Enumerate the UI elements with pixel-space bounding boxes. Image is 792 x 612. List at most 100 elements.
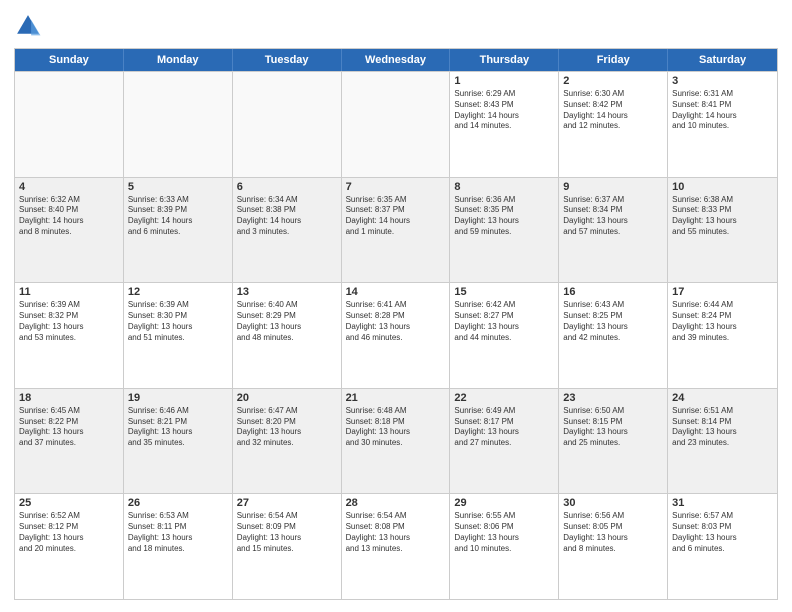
day-cell-21: 21 Sunrise: 6:48 AM Sunset: 8:18 PM Dayli…: [342, 389, 451, 494]
day-number: 23: [563, 392, 663, 404]
day-info: Sunrise: 6:54 AM Sunset: 8:08 PM Dayligh…: [346, 511, 446, 554]
day-info: Sunrise: 6:48 AM Sunset: 8:18 PM Dayligh…: [346, 406, 446, 449]
day-cell-24: 24 Sunrise: 6:51 AM Sunset: 8:14 PM Dayli…: [668, 389, 777, 494]
day-info: Sunrise: 6:33 AM Sunset: 8:39 PM Dayligh…: [128, 195, 228, 238]
day-info: Sunrise: 6:32 AM Sunset: 8:40 PM Dayligh…: [19, 195, 119, 238]
day-info: Sunrise: 6:51 AM Sunset: 8:14 PM Dayligh…: [672, 406, 773, 449]
day-info: Sunrise: 6:55 AM Sunset: 8:06 PM Dayligh…: [454, 511, 554, 554]
day-info: Sunrise: 6:41 AM Sunset: 8:28 PM Dayligh…: [346, 300, 446, 343]
day-number: 17: [672, 286, 773, 298]
day-cell-11: 11 Sunrise: 6:39 AM Sunset: 8:32 PM Dayli…: [15, 283, 124, 388]
day-number: 11: [19, 286, 119, 298]
day-number: 14: [346, 286, 446, 298]
day-info: Sunrise: 6:57 AM Sunset: 8:03 PM Dayligh…: [672, 511, 773, 554]
day-info: Sunrise: 6:30 AM Sunset: 8:42 PM Dayligh…: [563, 89, 663, 132]
header: [14, 12, 778, 40]
calendar-row-0: 1 Sunrise: 6:29 AM Sunset: 8:43 PM Daylig…: [15, 71, 777, 177]
day-cell-4: 4 Sunrise: 6:32 AM Sunset: 8:40 PM Daylig…: [15, 178, 124, 283]
day-number: 29: [454, 497, 554, 509]
day-number: 21: [346, 392, 446, 404]
day-cell-23: 23Sunrise: 6:50 AM Sunset: 8:15 PM Dayli…: [559, 389, 668, 494]
day-header-sunday: Sunday: [15, 49, 124, 71]
day-number: 4: [19, 181, 119, 193]
day-info: Sunrise: 6:39 AM Sunset: 8:30 PM Dayligh…: [128, 300, 228, 343]
day-info: Sunrise: 6:56 AM Sunset: 8:05 PM Dayligh…: [563, 511, 663, 554]
day-info: Sunrise: 6:52 AM Sunset: 8:12 PM Dayligh…: [19, 511, 119, 554]
calendar-header-row: SundayMondayTuesdayWednesdayThursdayFrid…: [15, 49, 777, 71]
day-info: Sunrise: 6:38 AM Sunset: 8:33 PM Dayligh…: [672, 195, 773, 238]
day-number: 15: [454, 286, 554, 298]
day-cell-7: 7Sunrise: 6:35 AM Sunset: 8:37 PM Daylig…: [342, 178, 451, 283]
day-cell-1: 1 Sunrise: 6:29 AM Sunset: 8:43 PM Daylig…: [450, 72, 559, 177]
day-number: 2: [563, 75, 663, 87]
day-cell-9: 9 Sunrise: 6:37 AM Sunset: 8:34 PM Daylig…: [559, 178, 668, 283]
day-info: Sunrise: 6:53 AM Sunset: 8:11 PM Dayligh…: [128, 511, 228, 554]
day-cell-28: 28 Sunrise: 6:54 AM Sunset: 8:08 PM Dayli…: [342, 494, 451, 599]
day-cell-20: 20 Sunrise: 6:47 AM Sunset: 8:20 PM Dayli…: [233, 389, 342, 494]
day-info: Sunrise: 6:35 AM Sunset: 8:37 PM Dayligh…: [346, 195, 446, 238]
day-info: Sunrise: 6:44 AM Sunset: 8:24 PM Dayligh…: [672, 300, 773, 343]
day-cell-22: 22 Sunrise: 6:49 AM Sunset: 8:17 PM Dayli…: [450, 389, 559, 494]
day-number: 27: [237, 497, 337, 509]
day-cell-8: 8 Sunrise: 6:36 AM Sunset: 8:35 PM Daylig…: [450, 178, 559, 283]
day-info: Sunrise: 6:36 AM Sunset: 8:35 PM Dayligh…: [454, 195, 554, 238]
day-number: 22: [454, 392, 554, 404]
day-info: Sunrise: 6:42 AM Sunset: 8:27 PM Dayligh…: [454, 300, 554, 343]
day-number: 13: [237, 286, 337, 298]
day-info: Sunrise: 6:34 AM Sunset: 8:38 PM Dayligh…: [237, 195, 337, 238]
day-cell-13: 13 Sunrise: 6:40 AM Sunset: 8:29 PM Dayli…: [233, 283, 342, 388]
day-number: 6: [237, 181, 337, 193]
calendar: SundayMondayTuesdayWednesdayThursdayFrid…: [14, 48, 778, 600]
day-cell-14: 14 Sunrise: 6:41 AM Sunset: 8:28 PM Dayli…: [342, 283, 451, 388]
day-cell-10: 10Sunrise: 6:38 AM Sunset: 8:33 PM Dayli…: [668, 178, 777, 283]
logo: [14, 12, 46, 40]
day-header-thursday: Thursday: [450, 49, 559, 71]
day-info: Sunrise: 6:29 AM Sunset: 8:43 PM Dayligh…: [454, 89, 554, 132]
day-header-friday: Friday: [559, 49, 668, 71]
day-cell-5: 5 Sunrise: 6:33 AM Sunset: 8:39 PM Daylig…: [124, 178, 233, 283]
day-number: 28: [346, 497, 446, 509]
day-info: Sunrise: 6:47 AM Sunset: 8:20 PM Dayligh…: [237, 406, 337, 449]
day-number: 9: [563, 181, 663, 193]
day-cell-29: 29 Sunrise: 6:55 AM Sunset: 8:06 PM Dayli…: [450, 494, 559, 599]
page: SundayMondayTuesdayWednesdayThursdayFrid…: [0, 0, 792, 612]
day-info: Sunrise: 6:39 AM Sunset: 8:32 PM Dayligh…: [19, 300, 119, 343]
day-cell-25: 25Sunrise: 6:52 AM Sunset: 8:12 PM Dayli…: [15, 494, 124, 599]
day-cell-19: 19Sunrise: 6:46 AM Sunset: 8:21 PM Dayli…: [124, 389, 233, 494]
day-info: Sunrise: 6:45 AM Sunset: 8:22 PM Dayligh…: [19, 406, 119, 449]
logo-icon: [14, 12, 42, 40]
calendar-row-2: 11 Sunrise: 6:39 AM Sunset: 8:32 PM Dayli…: [15, 282, 777, 388]
empty-cell-0-0: [15, 72, 124, 177]
day-number: 1: [454, 75, 554, 87]
empty-cell-0-3: [342, 72, 451, 177]
day-number: 5: [128, 181, 228, 193]
day-cell-31: 31 Sunrise: 6:57 AM Sunset: 8:03 PM Dayli…: [668, 494, 777, 599]
day-cell-16: 16Sunrise: 6:43 AM Sunset: 8:25 PM Dayli…: [559, 283, 668, 388]
day-number: 18: [19, 392, 119, 404]
day-info: Sunrise: 6:49 AM Sunset: 8:17 PM Dayligh…: [454, 406, 554, 449]
calendar-row-4: 25Sunrise: 6:52 AM Sunset: 8:12 PM Dayli…: [15, 493, 777, 599]
calendar-body: 1 Sunrise: 6:29 AM Sunset: 8:43 PM Daylig…: [15, 71, 777, 599]
day-number: 26: [128, 497, 228, 509]
day-header-wednesday: Wednesday: [342, 49, 451, 71]
day-cell-6: 6 Sunrise: 6:34 AM Sunset: 8:38 PM Daylig…: [233, 178, 342, 283]
day-header-monday: Monday: [124, 49, 233, 71]
day-cell-15: 15 Sunrise: 6:42 AM Sunset: 8:27 PM Dayli…: [450, 283, 559, 388]
day-cell-26: 26 Sunrise: 6:53 AM Sunset: 8:11 PM Dayli…: [124, 494, 233, 599]
day-number: 20: [237, 392, 337, 404]
day-number: 19: [128, 392, 228, 404]
day-number: 24: [672, 392, 773, 404]
calendar-row-1: 4 Sunrise: 6:32 AM Sunset: 8:40 PM Daylig…: [15, 177, 777, 283]
day-cell-27: 27Sunrise: 6:54 AM Sunset: 8:09 PM Dayli…: [233, 494, 342, 599]
day-number: 8: [454, 181, 554, 193]
day-info: Sunrise: 6:40 AM Sunset: 8:29 PM Dayligh…: [237, 300, 337, 343]
day-number: 30: [563, 497, 663, 509]
day-number: 12: [128, 286, 228, 298]
empty-cell-0-1: [124, 72, 233, 177]
day-number: 3: [672, 75, 773, 87]
day-cell-3: 3Sunrise: 6:31 AM Sunset: 8:41 PM Daylig…: [668, 72, 777, 177]
day-cell-2: 2 Sunrise: 6:30 AM Sunset: 8:42 PM Daylig…: [559, 72, 668, 177]
day-number: 31: [672, 497, 773, 509]
day-info: Sunrise: 6:37 AM Sunset: 8:34 PM Dayligh…: [563, 195, 663, 238]
day-info: Sunrise: 6:43 AM Sunset: 8:25 PM Dayligh…: [563, 300, 663, 343]
